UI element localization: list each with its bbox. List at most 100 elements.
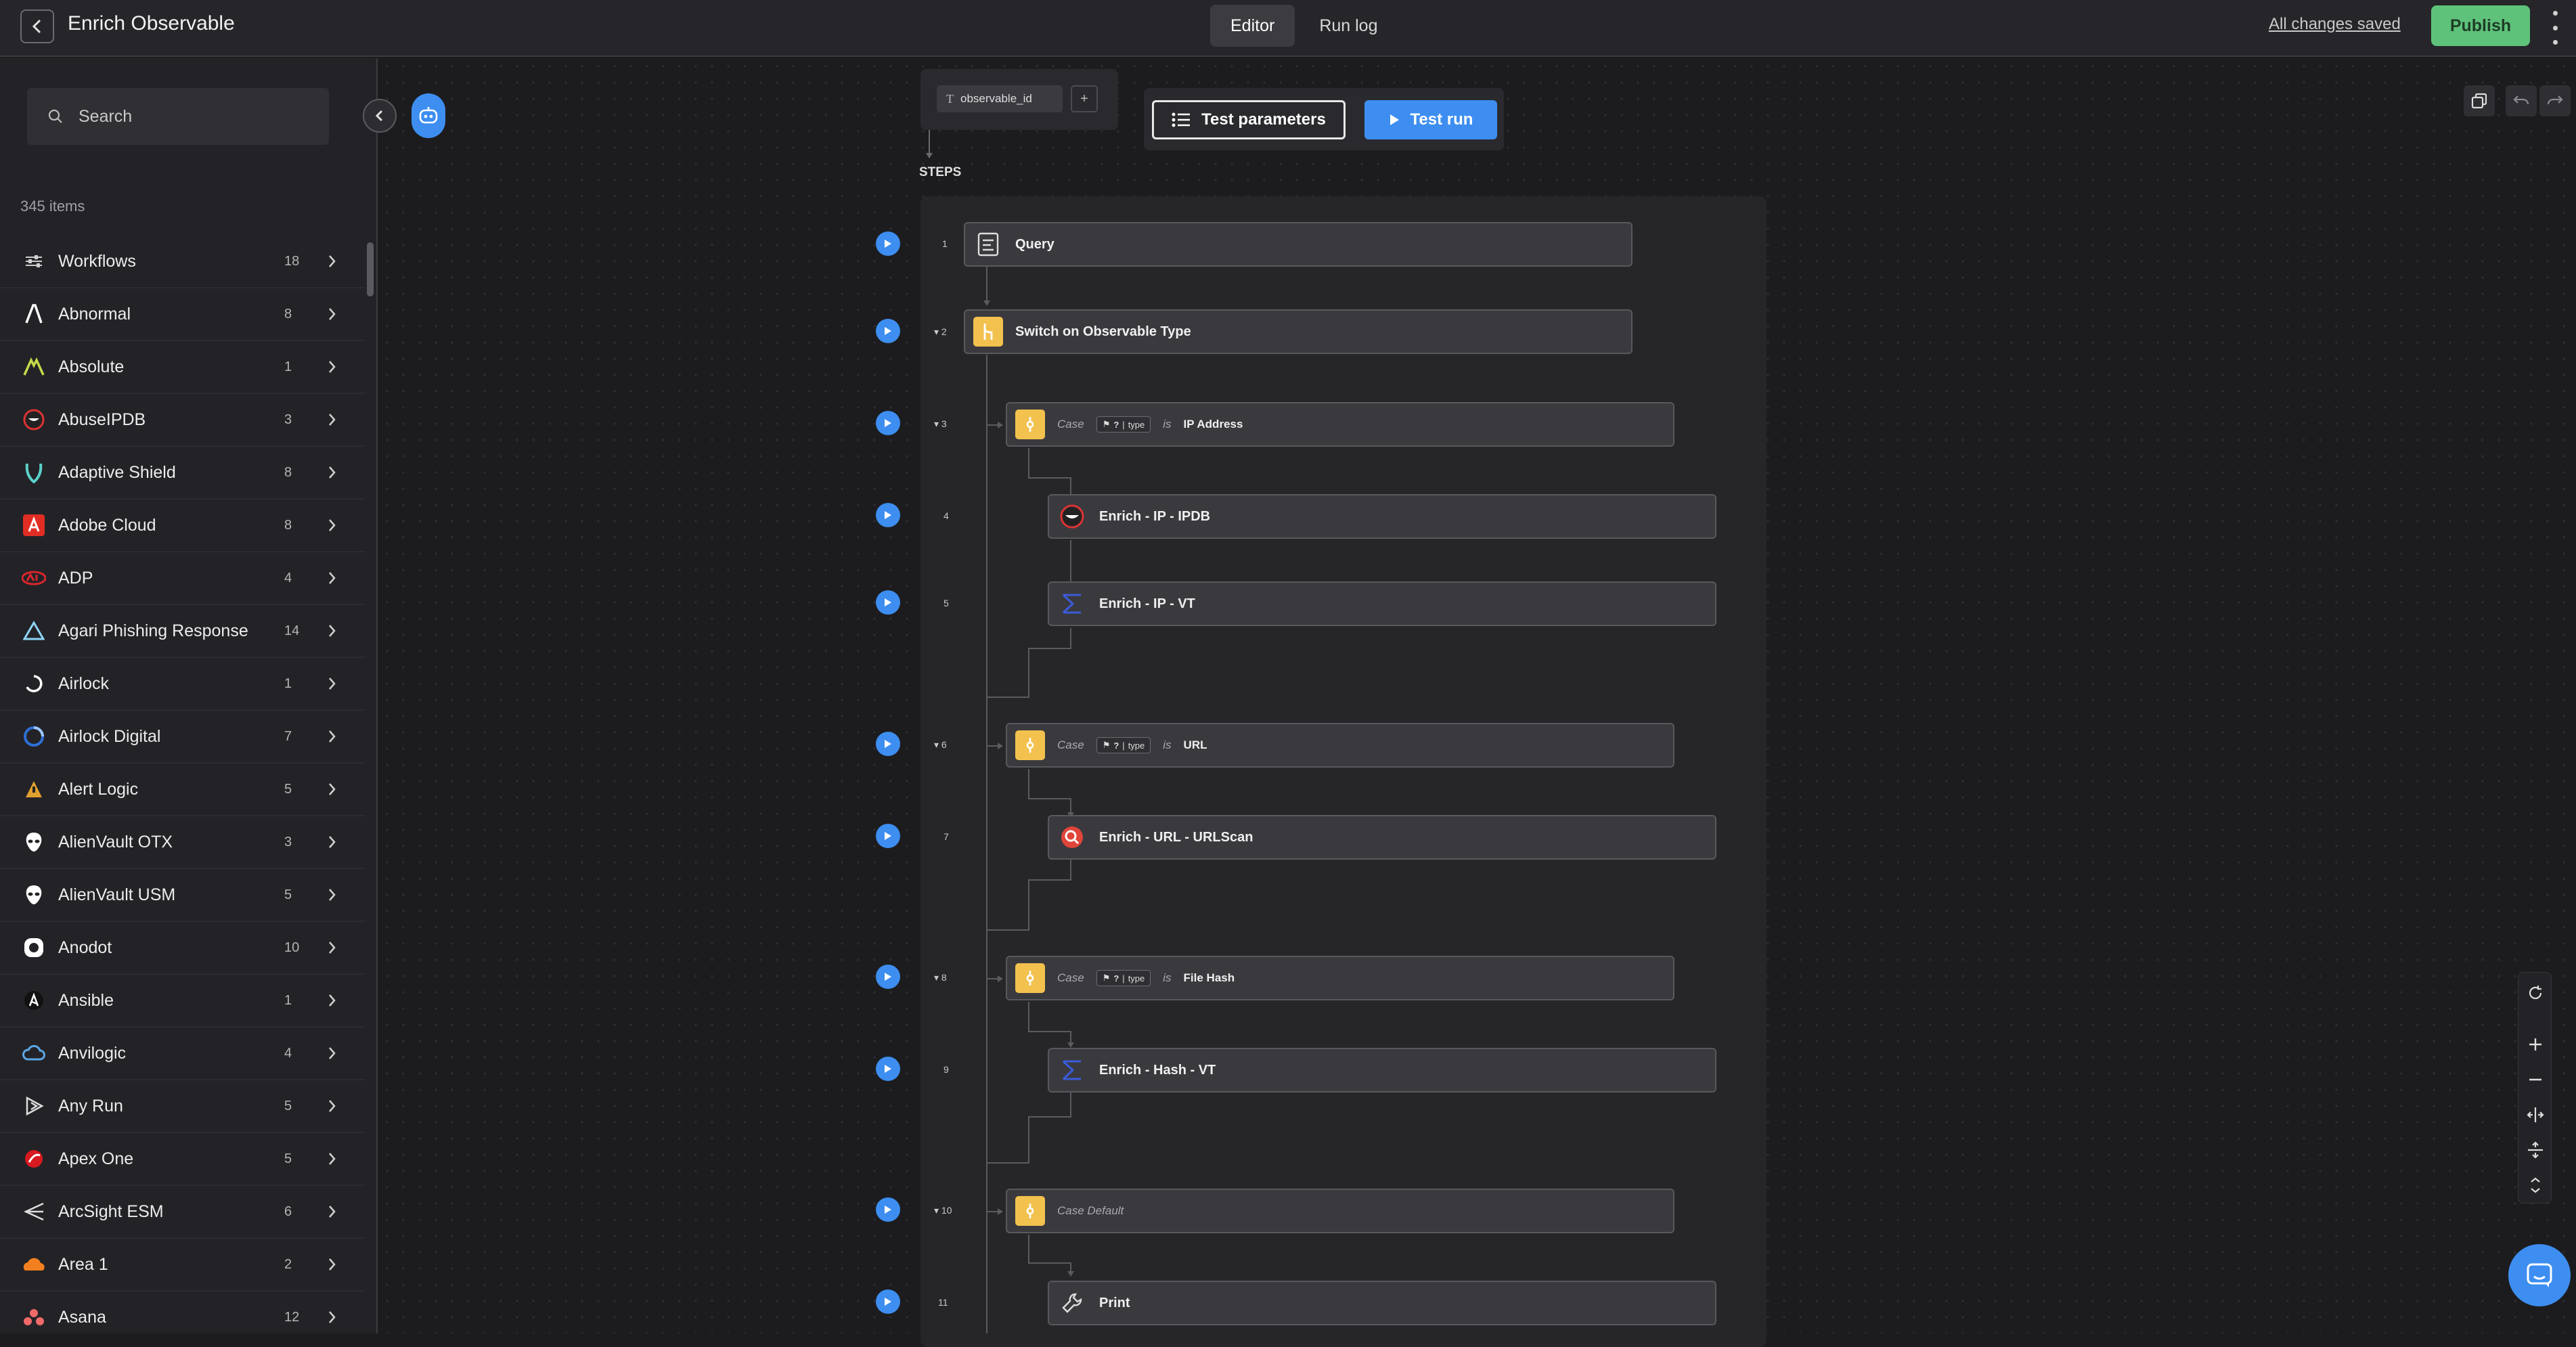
- sidebar-item-adp[interactable]: ADP 4: [0, 552, 365, 605]
- case-variable-chip: ⚑ ? | type: [1096, 737, 1151, 753]
- step-node-switch[interactable]: Switch on Observable Type: [964, 309, 1633, 354]
- more-options-icon[interactable]: [2552, 11, 2558, 45]
- sidebar-item-arcsight-esm[interactable]: ArcSight ESM 6: [0, 1186, 365, 1239]
- absolute-logo-icon: [22, 355, 46, 379]
- chevron-right-icon: [329, 783, 336, 795]
- chevron-right-icon: [329, 730, 336, 743]
- reset-view-button[interactable]: [2522, 979, 2549, 1007]
- sidebar-scrollbar[interactable]: [367, 242, 374, 296]
- search-input[interactable]: Search: [27, 88, 329, 145]
- test-run-button[interactable]: Test run: [1364, 100, 1497, 139]
- tab-editor[interactable]: Editor: [1210, 5, 1295, 47]
- run-step-button[interactable]: [876, 1289, 900, 1314]
- case-variable-chip: ⚑ ? | type: [1096, 416, 1151, 433]
- item-count: 6: [284, 1204, 292, 1219]
- publish-button[interactable]: Publish: [2431, 5, 2530, 46]
- virustotal-logo-icon: [1057, 1055, 1087, 1085]
- tab-run-log[interactable]: Run log: [1299, 5, 1398, 47]
- sidebar-item-abuseipdb[interactable]: AbuseIPDB 3: [0, 394, 365, 447]
- abuseipdb-logo-icon: [1057, 502, 1087, 531]
- sidebar-item-alienvault-usm[interactable]: AlienVault USM 5: [0, 869, 365, 922]
- fit-width-button[interactable]: [2522, 1101, 2549, 1128]
- item-count: 1: [284, 992, 292, 1008]
- step-node-case-default[interactable]: Case Default: [1006, 1189, 1674, 1233]
- sidebar-item-label: Absolute: [58, 357, 125, 376]
- save-status-link[interactable]: All changes saved: [2269, 15, 2401, 34]
- input-connector: [926, 130, 933, 158]
- sidebar-item-absolute[interactable]: Absolute 1: [0, 341, 365, 394]
- sidebar-item-airlock[interactable]: Airlock 1: [0, 658, 365, 711]
- play-icon: [885, 1298, 891, 1306]
- sidebar-item-label: ADP: [58, 568, 93, 588]
- step-node-print[interactable]: Print: [1048, 1281, 1716, 1325]
- chevron-right-icon: [329, 572, 336, 584]
- run-step-button[interactable]: [876, 824, 900, 848]
- sidebar-item-abnormal[interactable]: Abnormal 8: [0, 288, 365, 341]
- sidebar-item-ansible[interactable]: Ansible 1: [0, 975, 365, 1028]
- parameter-chip[interactable]: T observable_id: [937, 85, 1063, 112]
- sidebar-item-area-1[interactable]: Area 1 2: [0, 1239, 365, 1291]
- run-step-button[interactable]: [876, 1197, 900, 1222]
- step-node-case-ip[interactable]: Case ⚑ ? | type is IP Address: [1006, 402, 1674, 447]
- redo-button[interactable]: [2539, 85, 2571, 116]
- zoom-in-button[interactable]: [2522, 1031, 2549, 1058]
- step-label: Print: [1099, 1295, 1130, 1310]
- step-node-enrich-ip-ipdb[interactable]: Enrich - IP - IPDB: [1048, 494, 1716, 539]
- item-count: 8: [284, 464, 292, 480]
- step-number: 7: [943, 831, 949, 842]
- sidebar-item-workflows[interactable]: Workflows 18: [0, 236, 365, 288]
- sidebar-item-any-run[interactable]: Any Run 5: [0, 1080, 365, 1133]
- chevron-right-icon: [329, 1258, 336, 1271]
- step-node-case-url[interactable]: Case ⚑ ? | type is URL: [1006, 723, 1674, 768]
- redo-icon: [2547, 95, 2563, 105]
- undo-button[interactable]: [2506, 85, 2537, 116]
- sidebar-item-airlock-digital[interactable]: Airlock Digital 7: [0, 711, 365, 764]
- support-chat-button[interactable]: [2508, 1244, 2571, 1306]
- search-icon: [48, 109, 62, 123]
- sidebar-item-adobe-cloud[interactable]: Adobe Cloud 8: [0, 500, 365, 552]
- chevron-right-icon: [329, 414, 336, 426]
- item-count: 14: [284, 623, 300, 638]
- run-step-button[interactable]: [876, 965, 900, 989]
- chevron-right-icon: [329, 994, 336, 1007]
- sidebar-item-alienvault-otx[interactable]: AlienVault OTX 3: [0, 816, 365, 869]
- item-count: 5: [284, 887, 292, 902]
- collapse-sidebar-button[interactable]: [363, 99, 397, 133]
- sidebar-item-adaptive-shield[interactable]: Adaptive Shield 8: [0, 447, 365, 500]
- copy-button[interactable]: [2464, 85, 2495, 116]
- run-step-button[interactable]: [876, 231, 900, 256]
- run-step-button[interactable]: [876, 1057, 900, 1081]
- sidebar-item-alert-logic[interactable]: Alert Logic 5: [0, 764, 365, 816]
- step-node-query[interactable]: Query: [964, 222, 1633, 267]
- run-step-button[interactable]: [876, 732, 900, 756]
- zoom-out-button[interactable]: [2522, 1066, 2549, 1093]
- item-count: 18: [284, 253, 300, 269]
- test-parameters-button[interactable]: Test parameters: [1152, 100, 1346, 139]
- sidebar-item-anodot[interactable]: Anodot 10: [0, 922, 365, 975]
- chevron-right-icon: [329, 678, 336, 690]
- sidebar-item-anvilogic[interactable]: Anvilogic 4: [0, 1028, 365, 1080]
- sidebar-item-agari[interactable]: Agari Phishing Response 14: [0, 605, 365, 658]
- sidebar-item-label: Anvilogic: [58, 1043, 127, 1063]
- case-keyword: Case Default: [1057, 1204, 1124, 1217]
- run-step-button[interactable]: [876, 590, 900, 615]
- chevron-right-icon: [329, 1047, 336, 1059]
- step-node-enrich-url-urlscan[interactable]: Enrich - URL - URLScan: [1048, 815, 1716, 860]
- collapse-all-button[interactable]: [2522, 1172, 2549, 1199]
- case-variable: type: [1128, 419, 1145, 430]
- chevron-right-icon: [329, 1153, 336, 1165]
- fit-height-icon: [2528, 1141, 2543, 1159]
- run-step-button[interactable]: [876, 503, 900, 527]
- run-step-button[interactable]: [876, 319, 900, 343]
- sidebar-item-apex-one[interactable]: Apex One 5: [0, 1133, 365, 1186]
- step-node-case-file-hash[interactable]: Case ⚑ ? | type is File Hash: [1006, 956, 1674, 1000]
- ai-assistant-button[interactable]: [412, 93, 445, 138]
- asana-logo-icon: [22, 1305, 46, 1329]
- step-node-enrich-hash-vt[interactable]: Enrich - Hash - VT: [1048, 1048, 1716, 1092]
- back-button[interactable]: [20, 9, 54, 43]
- step-node-enrich-ip-vt[interactable]: Enrich - IP - VT: [1048, 581, 1716, 626]
- add-parameter-button[interactable]: +: [1071, 85, 1098, 112]
- fit-height-button[interactable]: [2522, 1136, 2549, 1164]
- sidebar-item-asana[interactable]: Asana 12: [0, 1291, 365, 1333]
- run-step-button[interactable]: [876, 411, 900, 435]
